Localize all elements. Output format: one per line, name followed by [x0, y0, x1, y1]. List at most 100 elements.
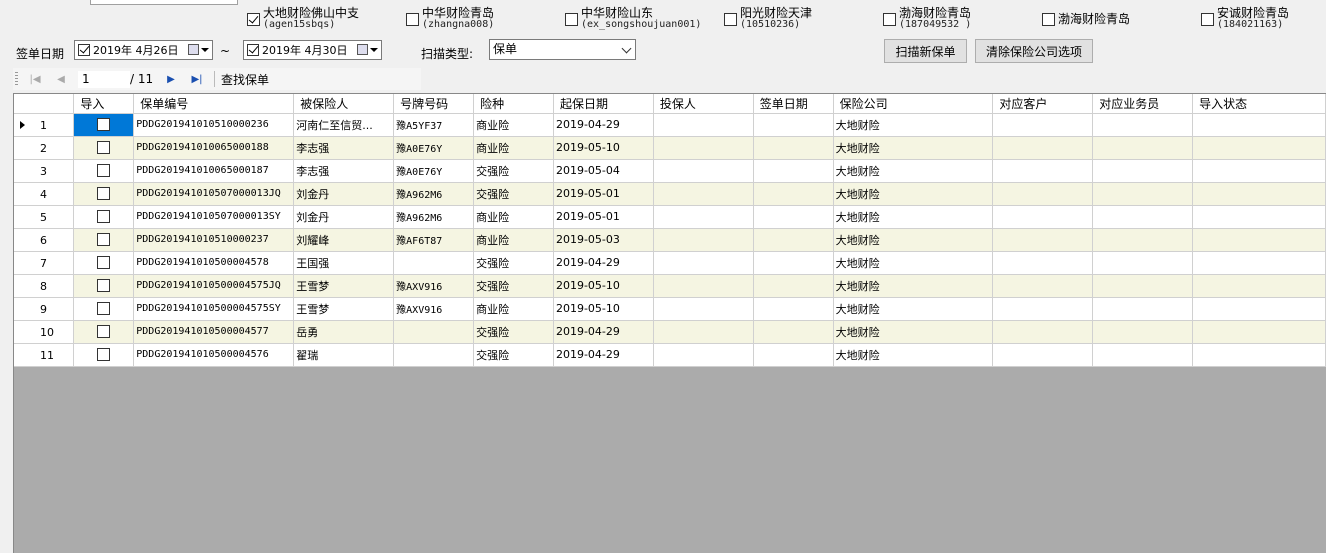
- import-cell[interactable]: [73, 182, 135, 206]
- row-header[interactable]: 2: [14, 136, 75, 160]
- company-option-6[interactable]: 渤海财险青岛: [1042, 7, 1130, 31]
- column-header[interactable]: 保险公司: [833, 94, 994, 114]
- date-to-checkbox[interactable]: [247, 44, 259, 56]
- insurance-type-cell[interactable]: 商业险: [473, 113, 554, 137]
- insured-cell[interactable]: 刘金丹: [293, 182, 395, 206]
- column-header[interactable]: 对应业务员: [1092, 94, 1194, 114]
- salesman-cell[interactable]: [1092, 274, 1194, 298]
- insurance-type-cell[interactable]: 交强险: [473, 343, 554, 367]
- applicant-cell[interactable]: [653, 205, 754, 229]
- table-row[interactable]: 4 PDDG201941010507000013JQ 刘金丹 豫A962M6 交强险 20…: [14, 182, 1326, 206]
- policy-number-cell[interactable]: PDDG201941010510000237: [133, 228, 295, 252]
- import-status-cell[interactable]: [1192, 251, 1326, 275]
- insurer-cell[interactable]: 大地财险: [833, 159, 994, 183]
- applicant-cell[interactable]: [653, 136, 754, 160]
- sign-date-cell[interactable]: [753, 159, 834, 183]
- insurance-type-cell[interactable]: 交强险: [473, 251, 554, 275]
- policy-number-cell[interactable]: PDDG201941010500004577: [133, 320, 295, 344]
- row-header[interactable]: 10: [14, 320, 75, 344]
- position-input[interactable]: 1: [78, 70, 130, 88]
- insurer-cell[interactable]: 大地财险: [833, 320, 994, 344]
- customer-cell[interactable]: [992, 320, 1094, 344]
- company-option-7[interactable]: 安诚财险青岛 (184021163): [1201, 7, 1289, 31]
- company-option-5[interactable]: 渤海财险青岛 (187049532 ): [883, 7, 971, 31]
- sign-date-cell[interactable]: [753, 320, 834, 344]
- column-header[interactable]: 导入: [73, 94, 135, 114]
- applicant-cell[interactable]: [653, 274, 754, 298]
- column-header[interactable]: 对应客户: [992, 94, 1094, 114]
- policy-number-cell[interactable]: PDDG201941010500004576: [133, 343, 295, 367]
- start-date-cell[interactable]: 2019-05-01: [553, 182, 654, 206]
- import-cell[interactable]: [73, 343, 135, 367]
- insurer-cell[interactable]: 大地财险: [833, 205, 994, 229]
- insured-cell[interactable]: 李志强: [293, 136, 395, 160]
- customer-cell[interactable]: [992, 205, 1094, 229]
- policy-number-cell[interactable]: PDDG201941010507000013JQ: [133, 182, 295, 206]
- date-from-picker[interactable]: 2019年 4月26日: [74, 40, 213, 60]
- insurance-type-cell[interactable]: 商业险: [473, 205, 554, 229]
- import-cell[interactable]: [73, 205, 135, 229]
- plate-number-cell[interactable]: [393, 343, 475, 367]
- move-first-icon[interactable]: |◀: [28, 72, 42, 86]
- insurance-type-cell[interactable]: 交强险: [473, 320, 554, 344]
- policy-grid[interactable]: 导入 保单编号 被保险人 号牌号码 险种 起保日期 投保人 签单日期 保险公司 …: [13, 93, 1326, 553]
- insurance-type-cell[interactable]: 商业险: [473, 228, 554, 252]
- policy-number-cell[interactable]: PDDG201941010500004578: [133, 251, 295, 275]
- insured-cell[interactable]: 王雪梦: [293, 297, 395, 321]
- sign-date-cell[interactable]: [753, 205, 834, 229]
- sign-date-cell[interactable]: [753, 297, 834, 321]
- plate-number-cell[interactable]: 豫AXV916: [393, 297, 475, 321]
- insurer-cell[interactable]: 大地财险: [833, 113, 994, 137]
- toolbar-grip[interactable]: [15, 72, 18, 86]
- start-date-cell[interactable]: 2019-05-04: [553, 159, 654, 183]
- import-checkbox[interactable]: [97, 164, 111, 178]
- insured-cell[interactable]: 王雪梦: [293, 274, 395, 298]
- insurer-cell[interactable]: 大地财险: [833, 136, 994, 160]
- customer-cell[interactable]: [992, 297, 1094, 321]
- scan-type-select[interactable]: 保单: [489, 39, 636, 60]
- sign-date-cell[interactable]: [753, 113, 834, 137]
- row-header[interactable]: 6: [14, 228, 75, 252]
- scan-new-policy-button[interactable]: 扫描新保单: [884, 39, 967, 63]
- column-header[interactable]: 签单日期: [753, 94, 834, 114]
- insured-cell[interactable]: 李志强: [293, 159, 395, 183]
- customer-cell[interactable]: [992, 159, 1094, 183]
- company-checkbox-7[interactable]: [1201, 13, 1214, 26]
- plate-number-cell[interactable]: [393, 320, 475, 344]
- table-row[interactable]: 10 PDDG201941010500004577 岳勇 交强险 2019-04-29 大…: [14, 320, 1326, 344]
- policy-number-cell[interactable]: PDDG201941010507000013SY: [133, 205, 295, 229]
- row-header[interactable]: 7: [14, 251, 75, 275]
- company-option-3[interactable]: 中华财险山东 (ex_songshoujuan001): [565, 7, 701, 31]
- customer-cell[interactable]: [992, 136, 1094, 160]
- insurance-type-cell[interactable]: 商业险: [473, 297, 554, 321]
- sign-date-cell[interactable]: [753, 251, 834, 275]
- insurance-type-cell[interactable]: 交强险: [473, 159, 554, 183]
- salesman-cell[interactable]: [1092, 182, 1194, 206]
- column-header[interactable]: 被保险人: [293, 94, 395, 114]
- calendar-dropdown[interactable]: [188, 44, 209, 55]
- insured-cell[interactable]: 岳勇: [293, 320, 395, 344]
- company-option-4[interactable]: 阳光财险天津 (10510236): [724, 7, 812, 31]
- customer-cell[interactable]: [992, 182, 1094, 206]
- import-checkbox[interactable]: [97, 141, 111, 155]
- customer-cell[interactable]: [992, 228, 1094, 252]
- import-status-cell[interactable]: [1192, 297, 1326, 321]
- insurer-cell[interactable]: 大地财险: [833, 251, 994, 275]
- calendar-dropdown[interactable]: [357, 44, 378, 55]
- plate-number-cell[interactable]: 豫A5YF37: [393, 113, 475, 137]
- table-row[interactable]: 2 PDDG201941010065000188 李志强 豫A0E76Y 商业险 2019…: [14, 136, 1326, 160]
- move-next-icon[interactable]: ▶: [164, 72, 178, 86]
- start-date-cell[interactable]: 2019-05-10: [553, 297, 654, 321]
- policy-number-cell[interactable]: PDDG201941010500004575SY: [133, 297, 295, 321]
- row-header[interactable]: 11: [14, 343, 75, 367]
- find-policy-button[interactable]: 查找保单: [219, 71, 271, 88]
- import-checkbox[interactable]: [97, 187, 111, 201]
- move-previous-icon[interactable]: ◀: [54, 72, 68, 86]
- salesman-cell[interactable]: [1092, 205, 1194, 229]
- applicant-cell[interactable]: [653, 297, 754, 321]
- import-checkbox[interactable]: [97, 233, 111, 247]
- date-to-picker[interactable]: 2019年 4月30日: [243, 40, 382, 60]
- table-row[interactable]: 3 PDDG201941010065000187 李志强 豫A0E76Y 交强险 2019…: [14, 159, 1326, 183]
- row-header[interactable]: 9: [14, 297, 75, 321]
- company-checkbox-6[interactable]: [1042, 13, 1055, 26]
